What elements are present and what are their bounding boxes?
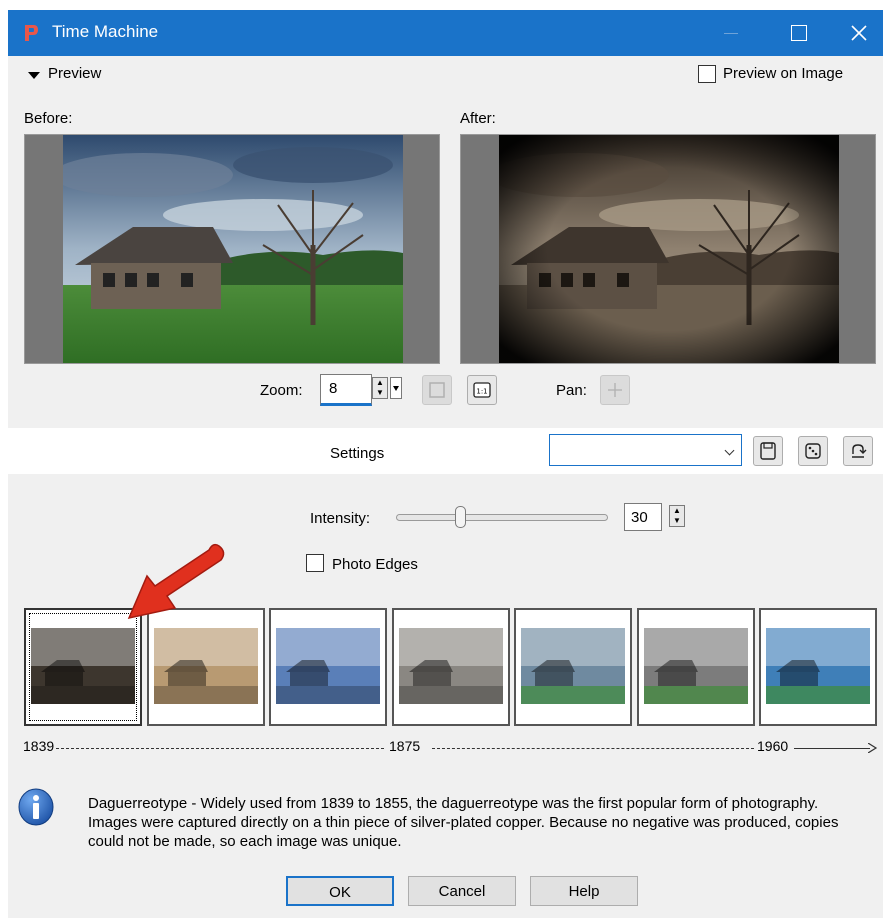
- era-thumbnail-daguerreotype[interactable]: [24, 608, 142, 726]
- zoom-input[interactable]: 8: [320, 374, 372, 406]
- zoom-fit-button[interactable]: [422, 375, 452, 405]
- minimize-button[interactable]: [708, 10, 754, 56]
- before-label: Before:: [24, 110, 73, 127]
- ok-button[interactable]: OK: [286, 876, 394, 906]
- before-image: [63, 135, 403, 363]
- intensity-slider-thumb[interactable]: [455, 506, 466, 528]
- era-thumbnail-image: [521, 628, 625, 704]
- before-preview[interactable]: [24, 134, 440, 364]
- focus-rectangle: [29, 613, 137, 721]
- zoom-label: Zoom:: [260, 382, 303, 399]
- help-button[interactable]: Help: [530, 876, 638, 906]
- save-preset-button[interactable]: [753, 436, 783, 466]
- dialog-body: Preview Preview on Image Before: After:: [8, 56, 883, 918]
- move-icon: [608, 383, 622, 397]
- window-title: Time Machine: [52, 22, 159, 41]
- zoom-actual-size-button[interactable]: 1:1: [467, 375, 497, 405]
- preset-dropdown[interactable]: [549, 434, 742, 466]
- title-bar: Time Machine: [8, 10, 883, 56]
- zoom-spinner[interactable]: ▲ ▼: [372, 377, 388, 399]
- info-icon: [18, 788, 54, 826]
- era-timeline: 1839 1875 1960: [8, 736, 883, 760]
- era-thumbnail-box-brownie[interactable]: [636, 608, 755, 726]
- timeline-start: 1839: [22, 738, 56, 754]
- zoom-fit-icon: [429, 382, 445, 398]
- timeline-segment: [56, 748, 384, 749]
- reset-button[interactable]: [843, 436, 873, 466]
- timeline-segment: [432, 748, 754, 749]
- intensity-spinner[interactable]: ▲ ▼: [669, 505, 685, 527]
- zoom-dropdown[interactable]: [390, 377, 402, 399]
- era-thumbnail-platinum[interactable]: [391, 608, 510, 726]
- photo-edges-label[interactable]: Photo Edges: [332, 556, 418, 573]
- era-thumbnail-image: [276, 628, 380, 704]
- paintshop-icon: [25, 25, 38, 41]
- settings-label: Settings: [330, 445, 385, 462]
- maximize-button[interactable]: [778, 10, 824, 56]
- era-thumbnail-cyanotype[interactable]: [269, 608, 387, 726]
- photo-edges-checkbox[interactable]: [306, 554, 324, 572]
- era-thumbnail-image: [766, 628, 870, 704]
- preview-on-image-label[interactable]: Preview on Image: [723, 65, 843, 82]
- reset-icon: [852, 444, 867, 458]
- collapse-triangle-icon[interactable]: [28, 72, 40, 79]
- timeline-middle: 1875: [388, 738, 422, 754]
- settings-strip: Settings: [8, 428, 883, 474]
- dice-icon: [805, 443, 821, 459]
- intensity-input[interactable]: 30: [624, 503, 662, 531]
- intensity-slider[interactable]: [396, 506, 608, 528]
- chevron-down-icon[interactable]: [721, 435, 741, 465]
- era-thumbnail-image: [398, 628, 503, 704]
- era-description: Daguerreotype - Widely used from 1839 to…: [88, 795, 839, 850]
- timeline-segment: [794, 748, 870, 749]
- svg-text:1:1: 1:1: [476, 388, 487, 396]
- era-thumbnail-cross-process[interactable]: [759, 608, 877, 726]
- close-button[interactable]: [836, 10, 882, 56]
- preview-header: Preview Preview on Image: [8, 56, 883, 94]
- pan-button[interactable]: [600, 375, 630, 405]
- arrow-right-icon: [868, 743, 878, 753]
- preview-on-image-checkbox[interactable]: [698, 65, 716, 83]
- intensity-label: Intensity:: [310, 510, 371, 527]
- cancel-button[interactable]: Cancel: [408, 876, 516, 906]
- era-thumbnail-image: [153, 628, 258, 704]
- after-image: [499, 135, 839, 363]
- after-label: After:: [460, 110, 496, 127]
- pan-label: Pan:: [556, 382, 587, 399]
- timeline-end: 1960: [756, 738, 790, 754]
- actual-size-icon: 1:1: [473, 382, 491, 398]
- era-thumbnail-albumen[interactable]: [146, 608, 265, 726]
- preview-section-label[interactable]: Preview: [48, 65, 101, 82]
- after-preview[interactable]: [460, 134, 876, 364]
- save-icon: [760, 442, 776, 460]
- randomize-button[interactable]: [798, 436, 828, 466]
- era-thumbnail-autochrome[interactable]: [514, 608, 632, 726]
- era-thumbnail-image: [643, 628, 748, 704]
- annotation-arrow-icon: [127, 543, 225, 620]
- close-icon: [851, 25, 867, 41]
